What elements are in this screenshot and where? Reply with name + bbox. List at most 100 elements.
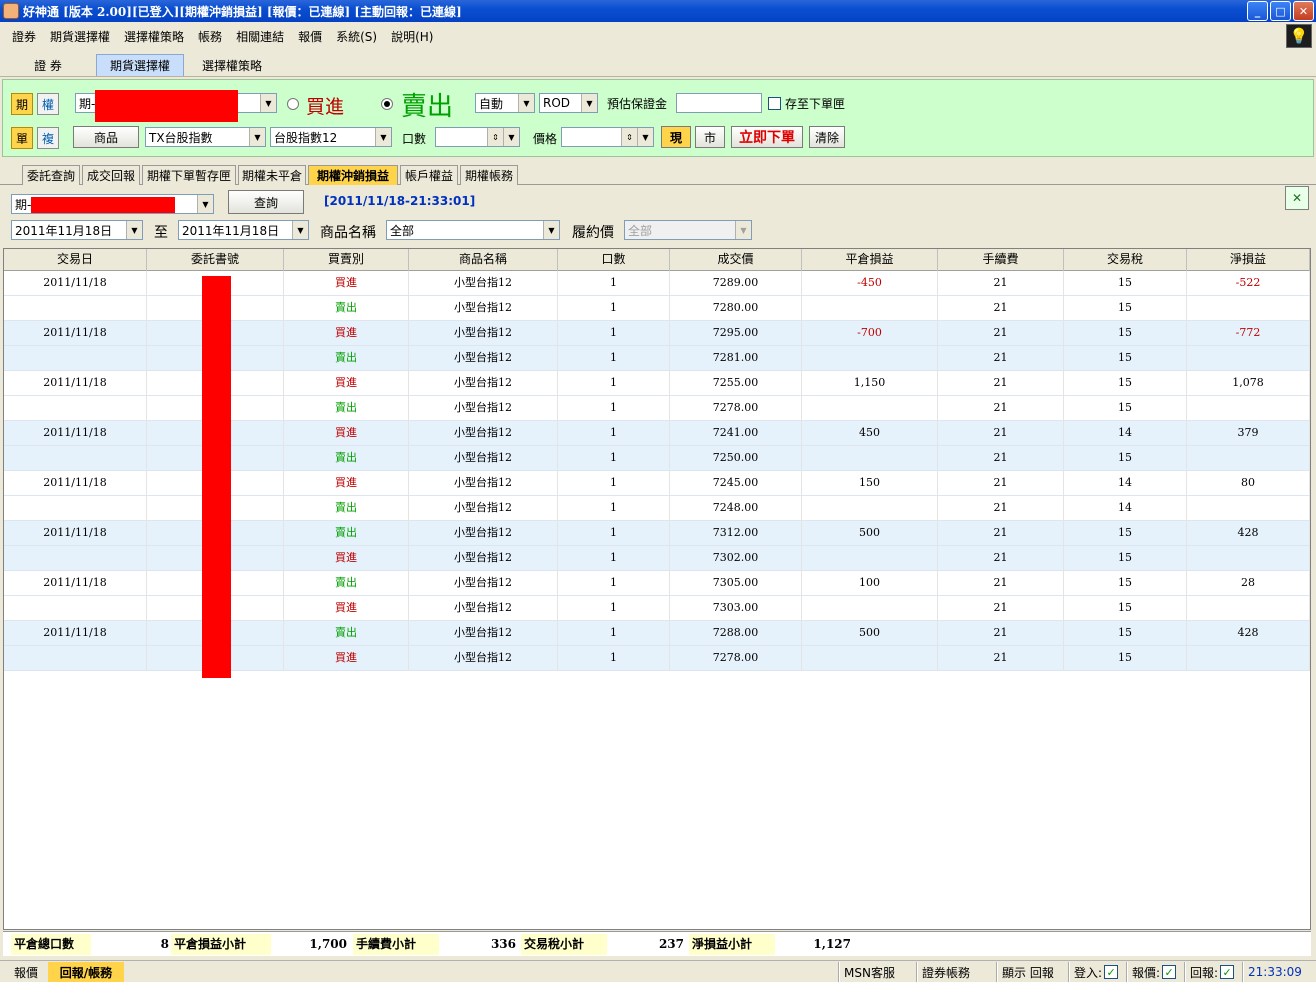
tab-option-strategy[interactable]: 選擇權策略 (190, 54, 274, 76)
col-product-name[interactable]: 商品名稱 (409, 249, 558, 271)
menu-securities[interactable]: 證券 (5, 28, 43, 45)
table-row[interactable]: V0 0賣出小型台指1217280.002115 (4, 296, 1310, 321)
tab-futures-options[interactable]: 期貨選擇權 (96, 54, 184, 76)
table-row[interactable]: 2011/11/18V0 0賣出小型台指1217305.00100211528 (4, 571, 1310, 596)
show-report-button[interactable]: 顯示 回報 (996, 962, 1066, 982)
maximize-button[interactable]: □ (1270, 1, 1291, 21)
table-row[interactable]: 2011/11/18V2 0買進小型台指1217245.00150211480 (4, 471, 1310, 496)
price-stepper[interactable]: ⇕ ▼ (561, 127, 654, 147)
contract-select[interactable]: 台股指數12 ▼ (270, 127, 392, 147)
table-row[interactable]: V0 0賣出小型台指1217281.002115 (4, 346, 1310, 371)
cell-tax: 15 (1064, 296, 1187, 321)
save-to-tray-checkbox[interactable] (768, 97, 781, 110)
cell-tax: 15 (1064, 446, 1187, 471)
table-row[interactable]: 2011/11/18V0 0買進小型台指1217295.00-7002115-7… (4, 321, 1310, 346)
cell-price: 7281.00 (670, 346, 802, 371)
menu-quote[interactable]: 報價 (291, 28, 329, 45)
menu-futures-options[interactable]: 期貨選擇權 (43, 28, 117, 45)
tab-fill-report[interactable]: 成交回報 (82, 165, 140, 185)
minimize-button[interactable]: _ (1247, 1, 1268, 21)
table-row[interactable]: V2 0賣出小型台指1217250.002115 (4, 446, 1310, 471)
futures-mode-button[interactable]: 期 (11, 93, 33, 115)
menu-system[interactable]: 系統(S) (329, 28, 384, 45)
cell-price: 7248.00 (670, 496, 802, 521)
securities-accounting-button[interactable]: 證券帳務 (916, 962, 992, 982)
margin-field (676, 93, 762, 113)
tab-order-tray[interactable]: 期權下單暫存匣 (142, 165, 236, 185)
sell-radio[interactable] (381, 98, 393, 110)
tab-accounting[interactable]: 期權帳務 (460, 165, 518, 185)
table-row[interactable]: 2011/11/18V1 0賣出小型台指1217288.005002115428 (4, 621, 1310, 646)
menu-help[interactable]: 說明(H) (384, 28, 440, 45)
tab-open-positions[interactable]: 期權未平倉 (238, 165, 306, 185)
col-fee[interactable]: 手續費 (938, 249, 1064, 271)
submit-order-button[interactable]: 立即下單 (731, 126, 803, 148)
table-row[interactable]: 2011/11/18V0 0買進小型台指1217289.00-4502115-5… (4, 271, 1310, 296)
col-order-no[interactable]: 委託書號 (147, 249, 284, 271)
fee-subtotal-label: 手續費小計 (353, 934, 439, 955)
table-row[interactable]: 2011/11/18V0 0賣出小型台指1217312.005002115428 (4, 521, 1310, 546)
product-button[interactable]: 商品 (73, 126, 139, 148)
table-row[interactable]: 2011/11/18V2 0買進小型台指1217241.004502114379 (4, 421, 1310, 446)
cell-side: 買進 (284, 471, 409, 496)
table-row[interactable]: V0 0賣出小型台指1217278.002115 (4, 396, 1310, 421)
spin-icon[interactable]: ⇕ (487, 128, 503, 146)
menu-option-strategy[interactable]: 選擇權策略 (117, 28, 191, 45)
col-price[interactable]: 成交價 (670, 249, 802, 271)
table-row[interactable]: 2011/11/18V0 0買進小型台指1217255.001,15021151… (4, 371, 1310, 396)
product-name-value: 全部 (390, 223, 415, 238)
qty-stepper[interactable]: ⇕ ▼ (435, 127, 520, 147)
fee-subtotal-value: 336 (490, 937, 516, 951)
table-row[interactable]: V1 0買進小型台指1217278.002115 (4, 646, 1310, 671)
lightbulb-icon[interactable]: 💡 (1286, 24, 1312, 48)
single-mode-button[interactable]: 單 (11, 127, 33, 149)
table-row[interactable]: V0 0買進小型台指1217303.002115 (4, 596, 1310, 621)
cell-pnl: 500 (802, 621, 938, 646)
market-price-button[interactable]: 市 (695, 126, 725, 148)
menu-accounting[interactable]: 帳務 (191, 28, 229, 45)
product-name-select[interactable]: 全部 ▼ (386, 220, 560, 240)
table-row[interactable]: V0 0買進小型台指1217302.002115 (4, 546, 1310, 571)
sell-label: 賣出 (401, 92, 454, 122)
options-mode-button[interactable]: 權 (37, 93, 59, 115)
chevron-down-icon[interactable]: ▼ (503, 128, 519, 146)
price-mode-select[interactable]: 自動 ▼ (475, 93, 535, 113)
tab-quote[interactable]: 報價 (4, 962, 48, 982)
msn-support-button[interactable]: MSN客服 (838, 962, 912, 982)
cell-net: 379 (1187, 421, 1310, 446)
buy-radio[interactable] (287, 98, 299, 110)
col-net[interactable]: 淨損益 (1187, 249, 1310, 271)
col-qty[interactable]: 口數 (558, 249, 670, 271)
tab-offset-pnl[interactable]: 期權沖銷損益 (308, 165, 398, 185)
cell-net (1187, 396, 1310, 421)
cell-price: 7241.00 (670, 421, 802, 446)
cell-fee: 21 (938, 346, 1064, 371)
date-to-picker[interactable]: 2011年11月18日 ▼ (178, 220, 309, 240)
col-side[interactable]: 買賣別 (284, 249, 409, 271)
tab-order-query[interactable]: 委託查詢 (22, 165, 80, 185)
order-type-select[interactable]: ROD ▼ (539, 93, 598, 113)
tab-report-accounting[interactable]: 回報/帳務 (48, 962, 124, 982)
cell-fee: 21 (938, 321, 1064, 346)
menu-links[interactable]: 相關連結 (229, 28, 291, 45)
save-to-tray-label: 存至下單匣 (785, 97, 846, 111)
tab-account-equity[interactable]: 帳戶權益 (400, 165, 458, 185)
col-trade-date[interactable]: 交易日 (4, 249, 147, 271)
spin-icon[interactable]: ⇕ (621, 128, 637, 146)
table-row[interactable]: V2 0賣出小型台指1217248.002114 (4, 496, 1310, 521)
combo-mode-button[interactable]: 複 (37, 127, 59, 149)
date-from-picker[interactable]: 2011年11月18日 ▼ (11, 220, 143, 240)
product-select[interactable]: TX台股指數 ▼ (145, 127, 266, 147)
query-timestamp: [2011/11/18-21:33:01] (324, 194, 476, 208)
tab-securities[interactable]: 證 券 (10, 54, 86, 76)
col-tax[interactable]: 交易稅 (1064, 249, 1187, 271)
cell-pnl: -700 (802, 321, 938, 346)
chevron-down-icon[interactable]: ▼ (637, 128, 653, 146)
export-excel-icon[interactable]: ✕ (1285, 186, 1309, 210)
col-pnl[interactable]: 平倉損益 (802, 249, 938, 271)
chevron-down-icon: ▼ (375, 128, 391, 146)
close-button[interactable]: ✕ (1293, 1, 1314, 21)
clear-button[interactable]: 清除 (809, 126, 845, 148)
query-button[interactable]: 查詢 (228, 190, 304, 214)
current-price-button[interactable]: 現 (661, 126, 691, 148)
